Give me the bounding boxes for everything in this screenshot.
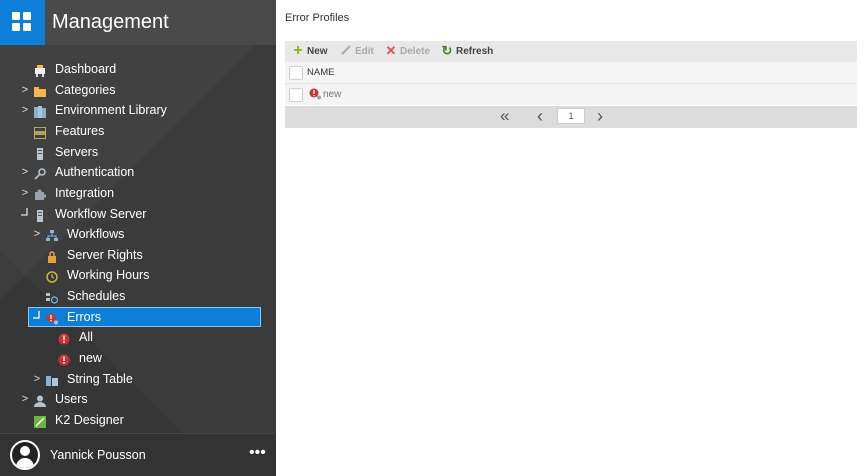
plus-icon: + xyxy=(293,42,303,59)
user-name: Yannick Pousson xyxy=(50,448,146,462)
server-icon xyxy=(34,146,46,160)
nav-item-environment-library[interactable]: > Environment Library xyxy=(0,100,276,120)
nav-label: Workflows xyxy=(67,227,125,241)
nav-item-features[interactable]: Features xyxy=(0,121,276,141)
collapse-icon[interactable] xyxy=(32,307,42,327)
error-icon xyxy=(58,331,70,345)
features-icon xyxy=(33,125,47,140)
nav-label: new xyxy=(79,351,102,365)
more-options-icon[interactable]: ••• xyxy=(249,444,266,462)
nav-item-string-table[interactable]: > String Table xyxy=(0,369,276,389)
nav-item-errors-all[interactable]: All xyxy=(0,327,276,347)
nav-item-workflows[interactable]: > Workflows xyxy=(0,224,276,244)
chevron-right-icon[interactable]: > xyxy=(20,183,30,203)
app-header: Management xyxy=(0,0,276,45)
error-icon xyxy=(46,311,58,325)
workflow-icon xyxy=(46,228,58,241)
nav-label: Server Rights xyxy=(67,248,143,262)
nav-label: All xyxy=(79,330,93,344)
nav-item-categories[interactable]: > Categories xyxy=(0,80,276,100)
schedule-icon xyxy=(46,290,59,304)
nav-item-errors-new[interactable]: new xyxy=(0,348,276,368)
column-header-name[interactable]: NAME xyxy=(307,67,334,78)
delete-button[interactable]: ✕ Delete xyxy=(384,41,434,62)
first-page-icon[interactable]: « xyxy=(500,106,509,126)
pencil-icon xyxy=(339,44,353,58)
nav-label: Categories xyxy=(55,83,116,97)
prev-page-icon[interactable]: ‹ xyxy=(537,106,543,127)
nav-label: Environment Library xyxy=(55,103,167,117)
nav-item-users[interactable]: > Users xyxy=(0,389,276,409)
string-table-icon xyxy=(46,373,58,386)
refresh-button[interactable]: ↻ Refresh xyxy=(440,41,494,62)
nav-label: Integration xyxy=(55,186,115,200)
row-name: new xyxy=(323,89,342,100)
nav-label: Errors xyxy=(67,310,102,324)
app-title: Management xyxy=(52,11,169,33)
chevron-right-icon[interactable]: > xyxy=(20,80,30,100)
table-row[interactable]: new xyxy=(285,84,857,105)
page-title: Error Profiles xyxy=(285,12,350,24)
user-footer: Yannick Pousson ••• xyxy=(0,433,276,476)
chevron-right-icon[interactable]: > xyxy=(20,389,30,409)
toolbar: + New Edit ✕ Delete ↻ Refresh xyxy=(285,41,857,62)
nav-label: Authentication xyxy=(55,165,135,179)
nav-item-integration[interactable]: > Integration xyxy=(0,183,276,203)
grid-logo-icon[interactable] xyxy=(0,0,45,45)
server-icon xyxy=(34,208,46,222)
select-all-checkbox[interactable] xyxy=(289,66,303,80)
key-icon xyxy=(34,166,46,180)
next-page-icon[interactable]: › xyxy=(597,106,603,127)
nav-label: Workflow Server xyxy=(55,207,147,221)
nav-label: Users xyxy=(55,392,88,406)
error-icon xyxy=(58,352,70,366)
nav-label: K2 Designer xyxy=(55,413,124,427)
dashboard-icon xyxy=(34,63,46,77)
new-button[interactable]: + New xyxy=(291,41,331,62)
nav-label: Dashboard xyxy=(55,62,117,76)
nav-label: Servers xyxy=(55,145,99,159)
nav-item-working-hours[interactable]: Working Hours xyxy=(0,265,276,285)
nav-label: Working Hours xyxy=(67,268,150,282)
user-icon xyxy=(34,393,46,407)
nav-item-server-rights[interactable]: Server Rights xyxy=(0,245,276,265)
sidebar: Management Dashboard > Categories > Envi… xyxy=(0,0,276,476)
collapse-icon[interactable] xyxy=(20,204,30,224)
lock-icon xyxy=(46,249,58,263)
nav-item-servers[interactable]: Servers xyxy=(0,142,276,162)
page-number-input[interactable]: 1 xyxy=(557,108,585,124)
edit-button[interactable]: Edit xyxy=(339,41,379,62)
avatar[interactable] xyxy=(10,440,40,470)
chevron-right-icon[interactable]: > xyxy=(32,369,42,389)
puzzle-icon xyxy=(34,187,47,200)
chevron-right-icon[interactable]: > xyxy=(20,100,30,120)
nav-item-k2-designer[interactable]: K2 Designer xyxy=(0,410,276,430)
folder-icon xyxy=(34,84,46,97)
clock-icon xyxy=(46,269,58,283)
nav-label: String Table xyxy=(67,372,133,386)
pager: « ‹ 1 › xyxy=(285,106,857,128)
designer-icon xyxy=(34,414,46,428)
nav-item-dashboard[interactable]: Dashboard xyxy=(0,59,276,79)
row-checkbox[interactable] xyxy=(289,88,303,102)
nav-label: Features xyxy=(55,124,105,138)
grid-header: NAME xyxy=(285,62,857,84)
refresh-icon: ↻ xyxy=(441,43,453,58)
error-profile-icon xyxy=(309,88,321,103)
main-content: Error Profiles + New Edit ✕ Delete ↻ Ref… xyxy=(276,0,864,476)
chevron-right-icon[interactable]: > xyxy=(20,162,30,182)
building-icon xyxy=(34,104,46,118)
nav-item-workflow-server[interactable]: Workflow Server xyxy=(0,204,276,224)
nav-item-errors[interactable]: Errors xyxy=(0,307,276,327)
nav-item-schedules[interactable]: Schedules xyxy=(0,286,276,306)
nav-label: Schedules xyxy=(67,289,126,303)
chevron-right-icon[interactable]: > xyxy=(32,224,42,244)
nav-item-authentication[interactable]: > Authentication xyxy=(0,162,276,182)
delete-x-icon: ✕ xyxy=(385,43,397,58)
